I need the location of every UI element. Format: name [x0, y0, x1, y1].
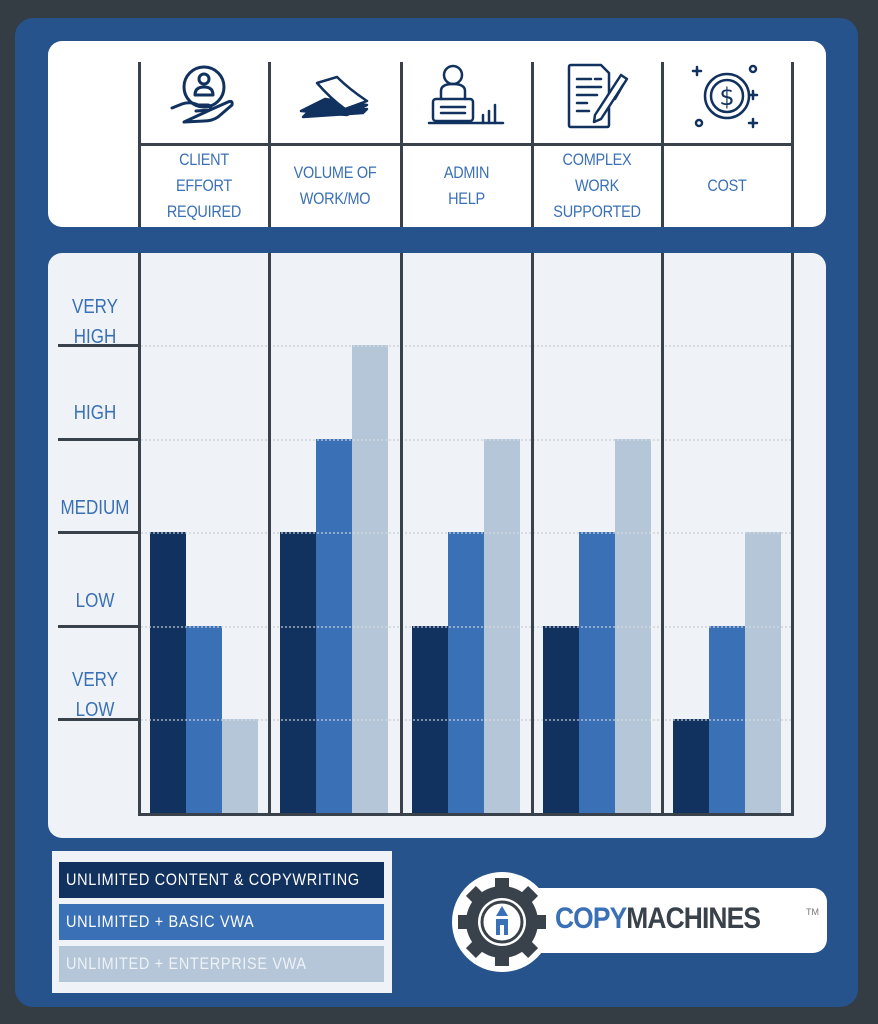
bar-basic-vwa	[579, 532, 615, 813]
logo-text-machines: MACHINES	[626, 902, 761, 935]
gridline-overlay	[141, 439, 791, 441]
paper-stack-icon	[270, 56, 400, 136]
column-label-admin-help: ADMIN HELP	[443, 163, 490, 208]
y-tick-label-very-high: VERY HIGH	[71, 296, 118, 348]
legend-label: UNLIMITED + BASIC VWA	[66, 912, 255, 931]
logo-trademark: TM	[806, 907, 819, 917]
legend: UNLIMITED CONTENT & COPYWRITING UNLIMITE…	[52, 851, 392, 993]
bar-enterprise-vwa	[745, 532, 781, 813]
column-label-client-effort: CLIENT EFFORT REQUIRED	[166, 150, 242, 221]
dollar-coin-icon: $	[663, 56, 791, 136]
y-axis-tick	[58, 438, 140, 441]
y-tick-label-very-low: VERY LOW	[71, 669, 118, 721]
gridline-overlay	[141, 626, 791, 628]
bar-unlimited-content	[673, 719, 709, 813]
bar-unlimited-content	[280, 532, 316, 813]
chart-column-divider	[531, 253, 534, 815]
legend-label: UNLIMITED + ENTERPRISE VWA	[66, 954, 307, 973]
document-pen-icon	[533, 56, 661, 136]
bar-enterprise-vwa	[222, 719, 258, 813]
gear-logo-icon	[452, 872, 552, 972]
svg-text:$: $	[719, 83, 734, 111]
gridline-overlay	[141, 532, 791, 534]
column-label-cost: COST	[707, 176, 747, 195]
bar-enterprise-vwa	[352, 345, 388, 813]
gridline-overlay	[141, 345, 791, 347]
logo-text: COPYMACHINES	[555, 902, 761, 936]
bar-unlimited-content	[150, 532, 186, 813]
legend-item-unlimited-content: UNLIMITED CONTENT & COPYWRITING	[59, 862, 384, 898]
y-tick-label-low: LOW	[75, 590, 115, 612]
person-at-desk-icon	[402, 56, 531, 136]
logo-text-copy: COPY	[555, 902, 627, 935]
y-axis-tick	[58, 531, 140, 534]
x-axis-baseline	[138, 813, 794, 816]
y-tick-label-medium: MEDIUM	[60, 497, 130, 519]
legend-item-enterprise-vwa: UNLIMITED + ENTERPRISE VWA	[59, 946, 384, 982]
gridline-overlay	[141, 719, 791, 721]
column-label-volume: VOLUME OF WORK/MO	[293, 163, 377, 208]
hand-holding-person-icon	[140, 56, 268, 136]
legend-item-basic-vwa: UNLIMITED + BASIC VWA	[59, 904, 384, 940]
chart-column-divider	[661, 253, 664, 815]
chart-column-divider	[268, 253, 271, 815]
legend-label: UNLIMITED CONTENT & COPYWRITING	[66, 870, 360, 889]
y-axis-tick	[58, 625, 140, 628]
bar-basic-vwa	[448, 532, 484, 813]
y-tick-label-high: HIGH	[73, 402, 117, 424]
chart-column-divider	[791, 253, 794, 815]
chart-column-divider	[138, 253, 141, 815]
column-label-complex-work: COMPLEX WORK SUPPORTED	[553, 150, 641, 221]
chart-column-divider	[400, 253, 403, 815]
